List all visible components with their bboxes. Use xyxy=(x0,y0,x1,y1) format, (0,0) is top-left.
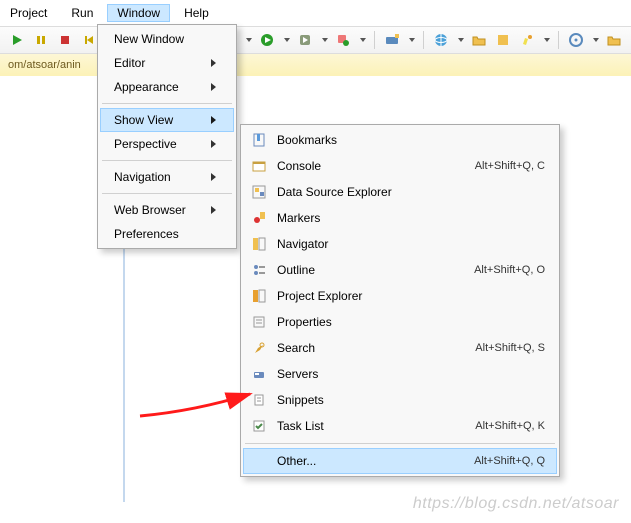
outline-icon xyxy=(251,262,267,278)
view-other[interactable]: Other... Alt+Shift+Q, Q xyxy=(243,448,557,474)
navigator-icon xyxy=(251,236,267,252)
menu-editor[interactable]: Editor xyxy=(100,51,234,75)
folder2-icon[interactable] xyxy=(605,31,623,49)
open-folder-icon[interactable] xyxy=(470,31,488,49)
submenu-arrow-icon xyxy=(211,140,216,148)
menu-project[interactable]: Project xyxy=(0,4,57,22)
menu-preferences[interactable]: Preferences xyxy=(100,222,234,246)
menu-new-window[interactable]: New Window xyxy=(100,27,234,51)
annotation-arrow xyxy=(135,386,265,429)
view-bookmarks[interactable]: Bookmarks xyxy=(243,127,557,153)
view-properties[interactable]: Properties xyxy=(243,309,557,335)
menu-run[interactable]: Run xyxy=(61,4,103,22)
menu-appearance[interactable]: Appearance xyxy=(100,75,234,99)
pause-icon[interactable] xyxy=(32,31,50,49)
menu-navigation[interactable]: Navigation xyxy=(100,165,234,189)
view-datasource[interactable]: Data Source Explorer xyxy=(243,179,557,205)
new-server-icon[interactable] xyxy=(383,31,401,49)
markers-icon xyxy=(251,210,267,226)
run-config-icon[interactable] xyxy=(296,31,314,49)
menubar: Project Run Window Help xyxy=(0,0,631,26)
view-snippets[interactable]: Snippets xyxy=(243,387,557,413)
menu-perspective[interactable]: Perspective xyxy=(100,132,234,156)
view-navigator[interactable]: Navigator xyxy=(243,231,557,257)
view-outline[interactable]: Outline Alt+Shift+Q, O xyxy=(243,257,557,283)
view-search[interactable]: Search Alt+Shift+Q, S xyxy=(243,335,557,361)
submenu-arrow-icon xyxy=(211,173,216,181)
datasource-icon xyxy=(251,184,267,200)
menu-web-browser[interactable]: Web Browser xyxy=(100,198,234,222)
view-project-explorer[interactable]: Project Explorer xyxy=(243,283,557,309)
run-icon[interactable] xyxy=(8,31,26,49)
menu-help[interactable]: Help xyxy=(174,4,219,22)
stop-icon[interactable] xyxy=(56,31,74,49)
web-icon[interactable] xyxy=(432,31,450,49)
project-explorer-icon xyxy=(251,288,267,304)
external-tools-icon[interactable] xyxy=(334,31,352,49)
menu-show-view[interactable]: Show View xyxy=(100,108,234,132)
highlight-icon[interactable] xyxy=(518,31,536,49)
submenu-arrow-icon xyxy=(211,206,216,214)
window-menu-dropdown: New Window Editor Appearance Show View P… xyxy=(97,24,237,249)
submenu-arrow-icon xyxy=(211,59,216,67)
properties-icon xyxy=(251,314,267,330)
menu-window[interactable]: Window xyxy=(107,4,170,22)
show-view-submenu: Bookmarks Console Alt+Shift+Q, C Data So… xyxy=(240,124,560,477)
view-servers[interactable]: Servers xyxy=(243,361,557,387)
toolbar xyxy=(0,26,631,54)
prev-icon[interactable] xyxy=(80,31,98,49)
url-bar: om/atsoar/anin xyxy=(0,54,631,76)
play-green-icon[interactable] xyxy=(258,31,276,49)
search-icon xyxy=(251,340,267,356)
console-icon xyxy=(251,158,267,174)
watermark: https://blog.csdn.net/atsoar xyxy=(413,495,619,513)
submenu-arrow-icon xyxy=(211,116,216,124)
save-icon-2[interactable] xyxy=(494,31,512,49)
view-console[interactable]: Console Alt+Shift+Q, C xyxy=(243,153,557,179)
view-tasklist[interactable]: Task List Alt+Shift+Q, K xyxy=(243,413,557,439)
view-markers[interactable]: Markers xyxy=(243,205,557,231)
servers-icon xyxy=(251,366,267,382)
submenu-arrow-icon xyxy=(211,83,216,91)
bookmark-icon xyxy=(251,132,267,148)
nav-icon[interactable] xyxy=(567,31,585,49)
